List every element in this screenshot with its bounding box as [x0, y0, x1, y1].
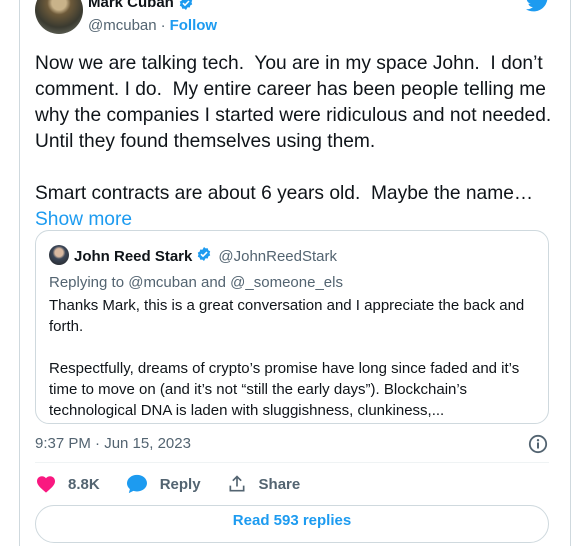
- quoted-author-name: John Reed Stark: [74, 247, 193, 265]
- tweet-body: Now we are talking tech. You are in my s…: [35, 53, 552, 204]
- follow-button[interactable]: Follow: [170, 17, 218, 34]
- author-handle-row: @mcuban · Follow: [88, 17, 217, 34]
- reply-label: Reply: [159, 475, 201, 493]
- action-bar: 8.8K Reply Share: [36, 474, 326, 494]
- share-button[interactable]: Share: [227, 474, 301, 494]
- tweet-text: Now we are talking tech. You are in my s…: [35, 51, 555, 233]
- author-name-row: Mark Cuban: [88, 0, 194, 11]
- quoted-tweet-text: Thanks Mark, this is a great conversatio…: [49, 297, 525, 419]
- heart-icon: [37, 476, 55, 493]
- show-more-link[interactable]: Show more: [35, 209, 132, 230]
- like-count: 8.8K: [68, 475, 100, 493]
- share-icon: [229, 475, 245, 492]
- divider: [35, 462, 549, 463]
- tweet-timestamp[interactable]: 9:37 PM · Jun 15, 2023: [35, 435, 191, 452]
- quoted-author-row: John Reed Stark @JohnReedStark: [74, 246, 337, 266]
- info-icon[interactable]: [528, 434, 548, 459]
- quoted-author-handle: @JohnReedStark: [218, 247, 337, 265]
- quoted-tweet[interactable]: John Reed Stark @JohnReedStark Replying …: [35, 230, 549, 424]
- quoted-author-avatar: [49, 245, 69, 265]
- reply-bubble-icon: [126, 474, 147, 494]
- separator-dot: ·: [160, 17, 166, 34]
- read-replies-button[interactable]: Read 593 replies: [35, 505, 549, 543]
- like-button[interactable]: 8.8K: [36, 475, 100, 493]
- replying-to-text: Replying to @mcuban and @_someone_els: [49, 274, 343, 291]
- verified-badge-icon: [178, 0, 194, 11]
- twitter-bird-icon[interactable]: [526, 0, 550, 17]
- share-label: Share: [258, 475, 301, 493]
- verified-badge-icon: [196, 246, 212, 266]
- reply-button[interactable]: Reply: [126, 474, 201, 494]
- author-handle[interactable]: @mcuban: [88, 17, 157, 34]
- author-name[interactable]: Mark Cuban: [88, 0, 174, 11]
